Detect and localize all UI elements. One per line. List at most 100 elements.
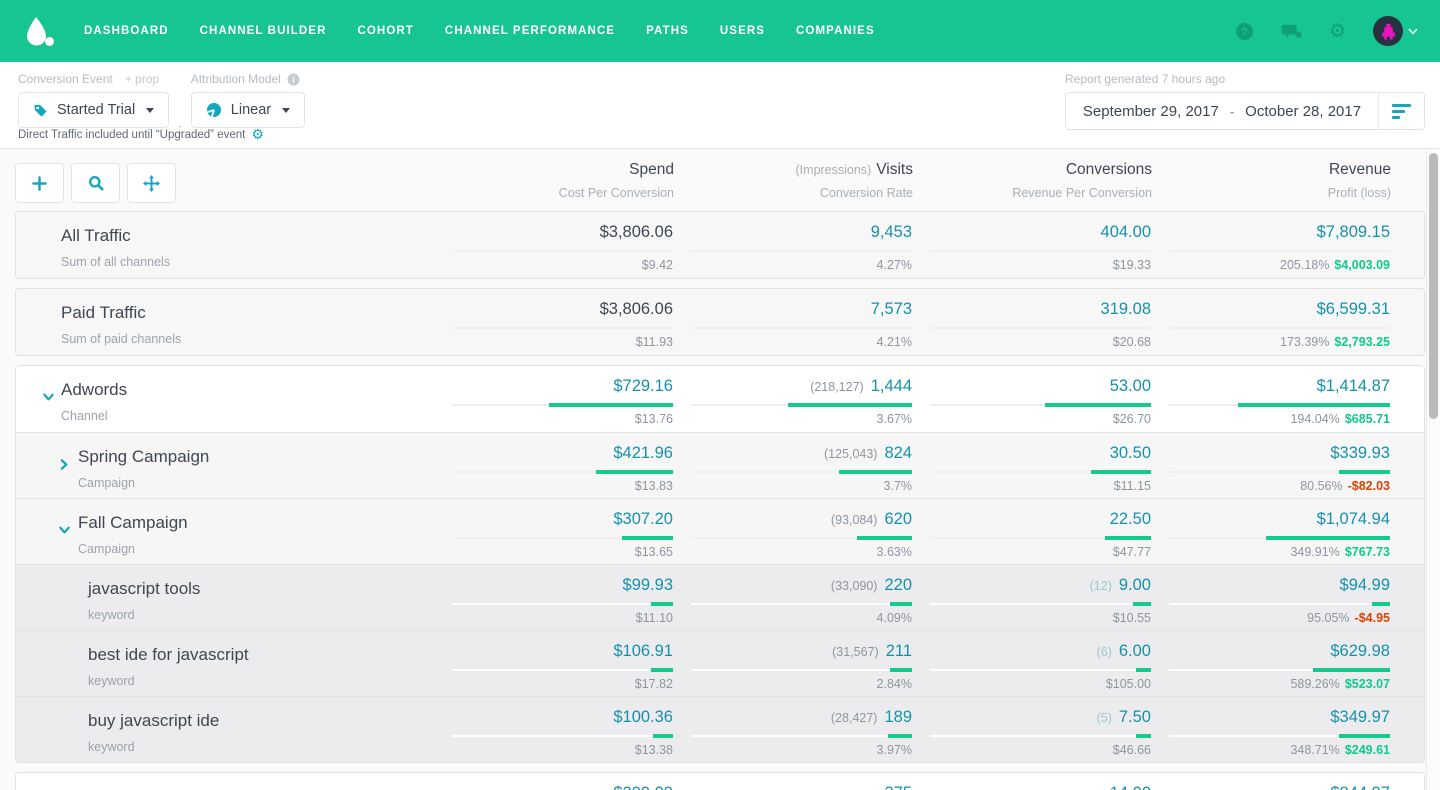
metric-value[interactable]: 14.00 [1110,784,1151,790]
chevron-down-icon[interactable] [58,524,71,537]
metric-cell-visits: (125,043)8243.7% [673,433,912,498]
plus-icon [32,176,47,191]
metric-value[interactable]: 53.00 [1110,377,1151,396]
impressions-count: (33,090) [831,579,878,593]
metric-bar-track [452,669,673,671]
metric-bar-track [930,250,1151,252]
profit-percent: 205.18% [1280,258,1329,272]
nav-item-channel-builder[interactable]: CHANNEL BUILDER [200,25,327,37]
metric-value[interactable]: $844.97 [1330,784,1390,790]
metric-value[interactable]: $421.96 [613,444,673,463]
profit-amount: $4,003.09 [1334,258,1390,272]
metric-value[interactable]: 22.50 [1110,510,1151,529]
metric-bar-fill [857,536,912,540]
metric-value[interactable]: $629.98 [1330,642,1390,661]
table-row-all-traffic: All TrafficSum of all channels$3,806.06$… [16,212,1424,278]
metric-value[interactable]: $7,809.15 [1317,223,1390,242]
metric-value[interactable]: $307.20 [613,510,673,529]
logo-icon [22,14,56,48]
add-prop-link[interactable]: + prop [125,72,159,86]
chevron-right-icon[interactable] [58,458,71,471]
metric-cell-revenue: $6,599.31173.39%$2,793.25 [1151,289,1390,355]
conversion-event-dropdown[interactable]: Started Trial [18,92,169,128]
nav-item-cohort[interactable]: COHORT [357,25,413,37]
scrollbar-thumb[interactable] [1429,153,1438,419]
metric-subvalue: $11.10 [434,611,673,625]
user-menu[interactable] [1373,16,1418,46]
metric-value[interactable]: $1,414.87 [1317,377,1390,396]
chat-icon[interactable] [1281,22,1302,41]
metric-value[interactable]: $299.09 [613,784,673,790]
date-filter-button[interactable] [1379,93,1424,129]
help-icon[interactable]: ? [1235,22,1254,41]
metric-bar-track [691,327,912,329]
metric-value[interactable]: 7.50 [1119,708,1151,727]
attribution-model-dropdown[interactable]: Linear [191,92,305,128]
metric-value[interactable]: 211 [886,642,912,661]
metric-value[interactable]: 1,444 [871,377,912,396]
metric-bar-track [1169,404,1390,406]
metric-cell-conversions: (6)6.00$105.00 [912,631,1151,696]
column-header-visits[interactable]: (Impressions)Visits Conversion Rate [674,161,913,200]
add-channel-button[interactable] [15,163,64,203]
metric-value[interactable]: 404.00 [1101,223,1151,242]
metric-value[interactable]: $100.36 [613,708,673,727]
metric-value[interactable]: 824 [884,444,912,463]
metric-subvalue: 349.91%$767.73 [1151,545,1390,559]
nav-menu: DASHBOARD CHANNEL BUILDER COHORT CHANNEL PE… [84,25,875,37]
column-header-spend[interactable]: Spend Cost Per Conversion [435,161,674,200]
table-row-javascript-tools: javascript toolskeyword$99.93$11.10(33,0… [16,564,1424,630]
date-range-value[interactable]: September 29, 2017 - October 28, 2017 [1066,93,1378,129]
metric-subvalue: 95.05%-$4.95 [1151,611,1390,625]
metric-value[interactable]: 189 [884,708,912,727]
metric-value[interactable]: $94.99 [1340,576,1390,595]
metric-bar-track [691,404,912,406]
info-icon[interactable]: i [287,73,300,86]
column-header-conversions[interactable]: Conversions Revenue Per Conversion [913,161,1152,200]
impressions-header: (Impressions) [796,163,872,177]
nav-item-paths[interactable]: PATHS [646,25,689,37]
metric-value[interactable]: 30.50 [1110,444,1151,463]
metric-value[interactable]: 9,453 [871,223,912,242]
row-name-cell: All TrafficSum of all channels [16,212,434,278]
app-logo[interactable] [22,13,58,49]
row-subtitle: Campaign [78,476,434,490]
attribution-model-value: Linear [231,102,271,118]
chevron-down-icon[interactable] [42,391,55,404]
metric-value[interactable]: $99.93 [623,576,673,595]
date-start: September 29, 2017 [1083,103,1219,120]
nav-item-channel-performance[interactable]: CHANNEL PERFORMANCE [445,25,615,37]
metric-value[interactable]: $349.97 [1330,708,1390,727]
footnote-settings-icon[interactable]: ⚙ [251,128,264,142]
metric-value[interactable]: $339.93 [1330,444,1390,463]
metric-cell-spend: $307.20$13.65 [434,499,673,564]
nav-item-dashboard[interactable]: DASHBOARD [84,25,169,37]
metric-value[interactable]: 620 [884,510,912,529]
date-range-group: Report generated 7 hours ago September 2… [1065,72,1425,148]
row-subtitle: keyword [88,674,434,688]
reorder-button[interactable] [127,163,176,203]
metric-value[interactable]: 375 [884,784,912,790]
metric-value[interactable]: $6,599.31 [1317,300,1390,319]
metric-value[interactable]: $729.16 [613,377,673,396]
metric-value[interactable]: 7,573 [871,300,912,319]
search-button[interactable] [71,163,120,203]
gear-icon[interactable]: ⚙ [1329,22,1346,41]
metric-value[interactable]: 6.00 [1119,642,1151,661]
metric-value[interactable]: 9.00 [1119,576,1151,595]
metric-subvalue: $13.38 [434,743,673,757]
column-header-revenue[interactable]: Revenue Profit (loss) [1152,161,1391,200]
nav-item-companies[interactable]: COMPANIES [796,25,875,37]
metric-value[interactable]: 319.08 [1101,300,1151,319]
table-toolbar [15,161,435,203]
nav-item-users[interactable]: USERS [720,25,765,37]
metric-value[interactable]: $106.91 [613,642,673,661]
metric-cell-conversions: 53.00$26.70 [912,366,1151,432]
metric-value[interactable]: $1,074.94 [1317,510,1390,529]
metric-cell-visits: (28,427)1893.97% [673,697,912,762]
table-row-adwords: AdwordsChannel$729.16$13.76(218,127)1,44… [16,366,1424,432]
row-title: buy javascript ide [88,711,434,731]
metric-cell-revenue: $7,809.15 205.18% $4,003.09 [1151,212,1390,278]
metric-cell-revenue: $1,074.94 349.91%$767.73 [1151,499,1390,564]
metric-value[interactable]: 220 [884,576,912,595]
